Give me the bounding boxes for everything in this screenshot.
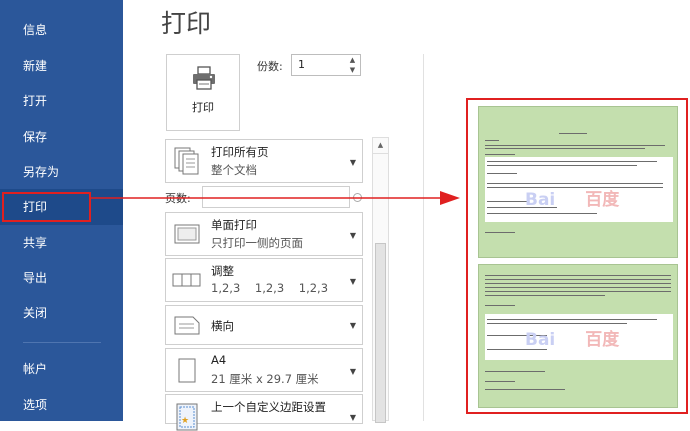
nav-account[interactable]: 帐户: [0, 351, 123, 387]
chevron-down-icon: ▼: [349, 231, 356, 240]
watermark-latin: Bai: [525, 190, 556, 210]
svg-text:★: ★: [181, 416, 189, 426]
text-line: [485, 140, 499, 141]
margins-icon: ★: [176, 403, 198, 431]
pages-icon: [174, 147, 199, 175]
info-icon[interactable]: [353, 193, 362, 202]
text-line: [487, 161, 657, 162]
nav-close[interactable]: 关闭: [0, 295, 123, 331]
orientation-title: 横向: [211, 319, 234, 333]
preview-page-2: Bai 百度: [478, 264, 678, 408]
text-line: [487, 165, 637, 166]
scrollbar-thumb[interactable]: [375, 243, 386, 423]
panel-divider: [423, 54, 424, 421]
text-line: [487, 173, 517, 174]
print-range-desc: 整个文档: [211, 163, 257, 177]
nav-export[interactable]: 导出: [0, 260, 123, 296]
text-line: [487, 323, 627, 324]
nav-save[interactable]: 保存: [0, 119, 123, 155]
text-line: [485, 371, 545, 372]
spin-down-icon[interactable]: ▼: [348, 66, 357, 75]
sides-dropdown[interactable]: 单面打印 只打印一侧的页面 ▼: [165, 212, 363, 256]
copies-label: 份数:: [257, 60, 283, 73]
text-line: [485, 154, 515, 155]
settings-scrollbar[interactable]: ▲: [372, 137, 389, 423]
watermark-chinese: 百度: [585, 190, 620, 210]
sidebar-divider: [23, 342, 101, 343]
margins-title: 上一个自定义边距设置: [211, 400, 326, 414]
print-range-title: 打印所有页: [211, 145, 269, 159]
text-line: [485, 295, 605, 296]
margins-dropdown[interactable]: ★ 上一个自定义边距设置 ▼: [165, 394, 363, 431]
chevron-down-icon: ▼: [349, 321, 356, 330]
text-line: [485, 381, 515, 382]
chevron-down-icon: ▼: [349, 277, 356, 286]
copies-value: 1: [298, 58, 305, 71]
copies-input[interactable]: 1 ▲ ▼: [291, 54, 361, 76]
collate-icon: [172, 273, 201, 287]
text-line: [485, 145, 665, 146]
print-preview[interactable]: Bai 百度 Bai 百度: [466, 98, 688, 414]
nav-new[interactable]: 新建: [0, 48, 123, 84]
watermark-latin: Bai: [525, 330, 556, 350]
nav-info[interactable]: 信息: [0, 12, 123, 48]
text-line: [487, 183, 663, 184]
text-line: [487, 319, 657, 320]
chevron-down-icon: ▼: [349, 367, 356, 376]
pages-label: 页数:: [165, 192, 191, 205]
scroll-up-icon[interactable]: ▲: [373, 138, 388, 154]
orientation-dropdown[interactable]: 横向 ▼: [165, 305, 363, 345]
chevron-down-icon: ▼: [349, 158, 356, 167]
spin-up-icon[interactable]: ▲: [348, 56, 357, 65]
text-line: [485, 287, 671, 288]
paper-size-icon: [178, 358, 196, 383]
print-button-label: 打印: [192, 101, 214, 114]
text-line: [485, 305, 515, 306]
print-range-dropdown[interactable]: 打印所有页 整个文档 ▼: [165, 139, 363, 183]
nav-options[interactable]: 选项: [0, 387, 123, 423]
landscape-icon: [174, 316, 200, 335]
paper-size-dropdown[interactable]: A4 21 厘米 x 29.7 厘米 ▼: [165, 348, 363, 392]
paper-size-title: A4: [211, 353, 227, 367]
text-line: [485, 291, 671, 292]
single-side-icon: [174, 224, 200, 244]
text-line: [487, 201, 527, 202]
collate-desc: 1,2,3 1,2,3 1,2,3: [211, 281, 329, 295]
pages-input[interactable]: [202, 186, 350, 208]
sides-title: 单面打印: [211, 218, 257, 232]
nav-share[interactable]: 共享: [0, 225, 123, 261]
print-button[interactable]: 打印: [166, 54, 240, 131]
collate-dropdown[interactable]: 调整 1,2,3 1,2,3 1,2,3 ▼: [165, 258, 363, 302]
collate-title: 调整: [211, 264, 234, 278]
preview-page-1: Bai 百度: [478, 106, 678, 258]
text-line: [485, 389, 565, 390]
text-line: [485, 232, 515, 233]
watermark-chinese: 百度: [585, 330, 620, 350]
page-title: 打印: [161, 9, 212, 38]
baidu-watermark: Bai 百度: [525, 185, 619, 210]
text-line: [485, 279, 671, 280]
text-line: [487, 213, 597, 214]
text-line: [485, 283, 671, 284]
text-line: [485, 148, 645, 149]
sides-desc: 只打印一侧的页面: [211, 236, 303, 250]
text-line: [559, 133, 587, 134]
print-nav-highlight: [2, 192, 91, 222]
nav-save-as[interactable]: 另存为: [0, 154, 123, 190]
printer-icon: [193, 66, 215, 90]
paper-size-desc: 21 厘米 x 29.7 厘米: [211, 372, 319, 386]
nav-open[interactable]: 打开: [0, 83, 123, 119]
baidu-watermark: Bai 百度: [525, 325, 619, 350]
text-line: [485, 275, 671, 276]
